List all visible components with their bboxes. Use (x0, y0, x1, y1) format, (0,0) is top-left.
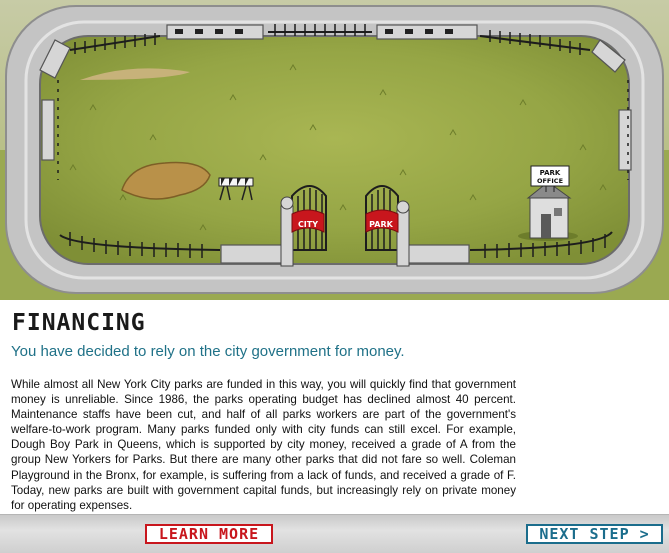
page-title: FINANCING (12, 310, 146, 336)
office-sign-line1: PARK (540, 169, 561, 177)
road-barrier (618, 109, 632, 171)
park-banner: PARK (369, 220, 393, 229)
road-barrier (220, 244, 284, 264)
city-banner: CITY (298, 220, 318, 229)
park-scene: CITY PARK PARK OFFICE (0, 0, 669, 300)
office-sign-line2: OFFICE (537, 177, 563, 185)
learn-more-button[interactable]: LEARN MORE (145, 524, 273, 544)
next-step-button[interactable]: NEXT STEP > (526, 524, 663, 544)
footer-bar: LEARN MORE NEXT STEP > (0, 514, 669, 553)
body-text: While almost all New York City parks are… (11, 378, 516, 512)
road-barrier (406, 244, 470, 264)
page-subtitle: You have decided to rely on the city gov… (11, 343, 405, 360)
road-barrier (41, 99, 55, 161)
